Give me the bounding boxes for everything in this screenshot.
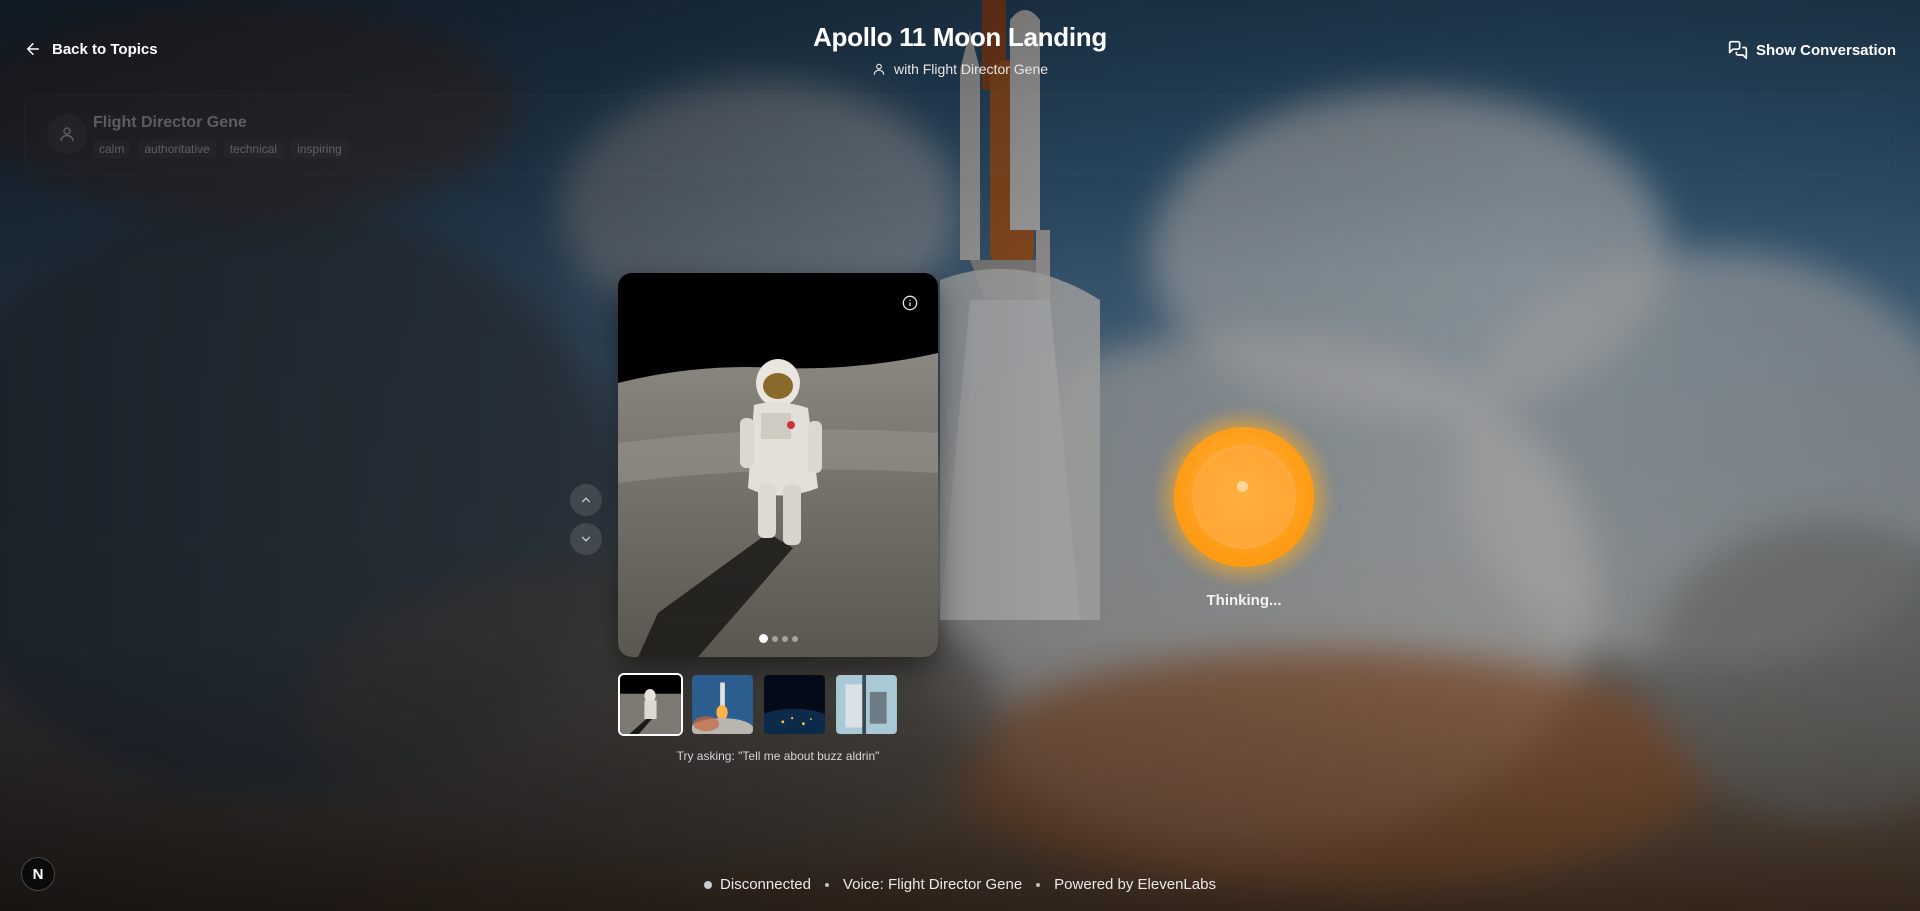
show-conversation-label: Show Conversation xyxy=(1755,41,1896,59)
chevron-up-icon xyxy=(581,497,591,503)
persona-tags: calm authoritative technical inspiring xyxy=(93,140,348,158)
voice-orb[interactable] xyxy=(1152,405,1336,589)
info-icon[interactable] xyxy=(902,295,918,311)
page-subtitle: with Flight Director Gene xyxy=(872,61,1048,77)
slide-dot[interactable] xyxy=(781,635,788,642)
slide-dot[interactable] xyxy=(791,635,798,642)
connection-status: Disconnected xyxy=(704,876,811,893)
slide-dot[interactable] xyxy=(758,634,768,643)
separator xyxy=(824,882,829,887)
chevron-down-icon xyxy=(581,536,591,542)
agent-status: Thinking... xyxy=(1206,592,1282,609)
chat-bubbles-icon xyxy=(1728,40,1748,60)
previous-image-button[interactable] xyxy=(570,484,602,516)
slide-dot[interactable] xyxy=(771,635,778,642)
thumbnail-lunar-module[interactable] xyxy=(834,673,899,736)
footer-status-bar: Disconnected Voice: Flight Director Gene… xyxy=(0,876,1920,893)
user-icon xyxy=(60,127,74,141)
orb-center-dot xyxy=(1237,481,1248,492)
status-indicator-icon xyxy=(704,880,713,889)
show-conversation-button[interactable]: Show Conversation xyxy=(1728,40,1896,60)
page-header: Apollo 11 Moon Landing with Flight Direc… xyxy=(0,22,1920,81)
user-icon xyxy=(873,63,885,75)
avatar xyxy=(47,114,87,154)
persona-name: Flight Director Gene xyxy=(93,114,247,131)
thumbnail-earth-at-night[interactable] xyxy=(762,673,827,736)
subtitle-text: with Flight Director Gene xyxy=(893,61,1049,77)
persona-tag: technical xyxy=(224,140,283,158)
persona-card: Flight Director Gene calm authoritative … xyxy=(24,95,1896,175)
image-viewer[interactable] xyxy=(618,273,938,657)
persona-tag: authoritative xyxy=(138,140,215,158)
connection-status-text: Disconnected xyxy=(720,876,811,893)
thumbnail-strip xyxy=(618,673,899,736)
thumbnail-rocket-launch[interactable] xyxy=(690,673,755,736)
voice-label: Voice: Flight Director Gene xyxy=(842,876,1023,893)
astronaut-on-moon-image xyxy=(618,273,938,657)
try-asking-hint: Try asking: "Tell me about buzz aldrin" xyxy=(676,749,880,763)
powered-by-label: Powered by ElevenLabs xyxy=(1054,876,1216,893)
slide-indicator xyxy=(618,634,938,643)
thumbnail-astronaut-on-moon[interactable] xyxy=(618,673,683,736)
next-image-button[interactable] xyxy=(570,523,602,555)
persona-tag: calm xyxy=(93,140,130,158)
separator xyxy=(1036,882,1041,887)
page-title: Apollo 11 Moon Landing xyxy=(813,22,1107,52)
persona-tag: inspiring xyxy=(291,140,348,158)
